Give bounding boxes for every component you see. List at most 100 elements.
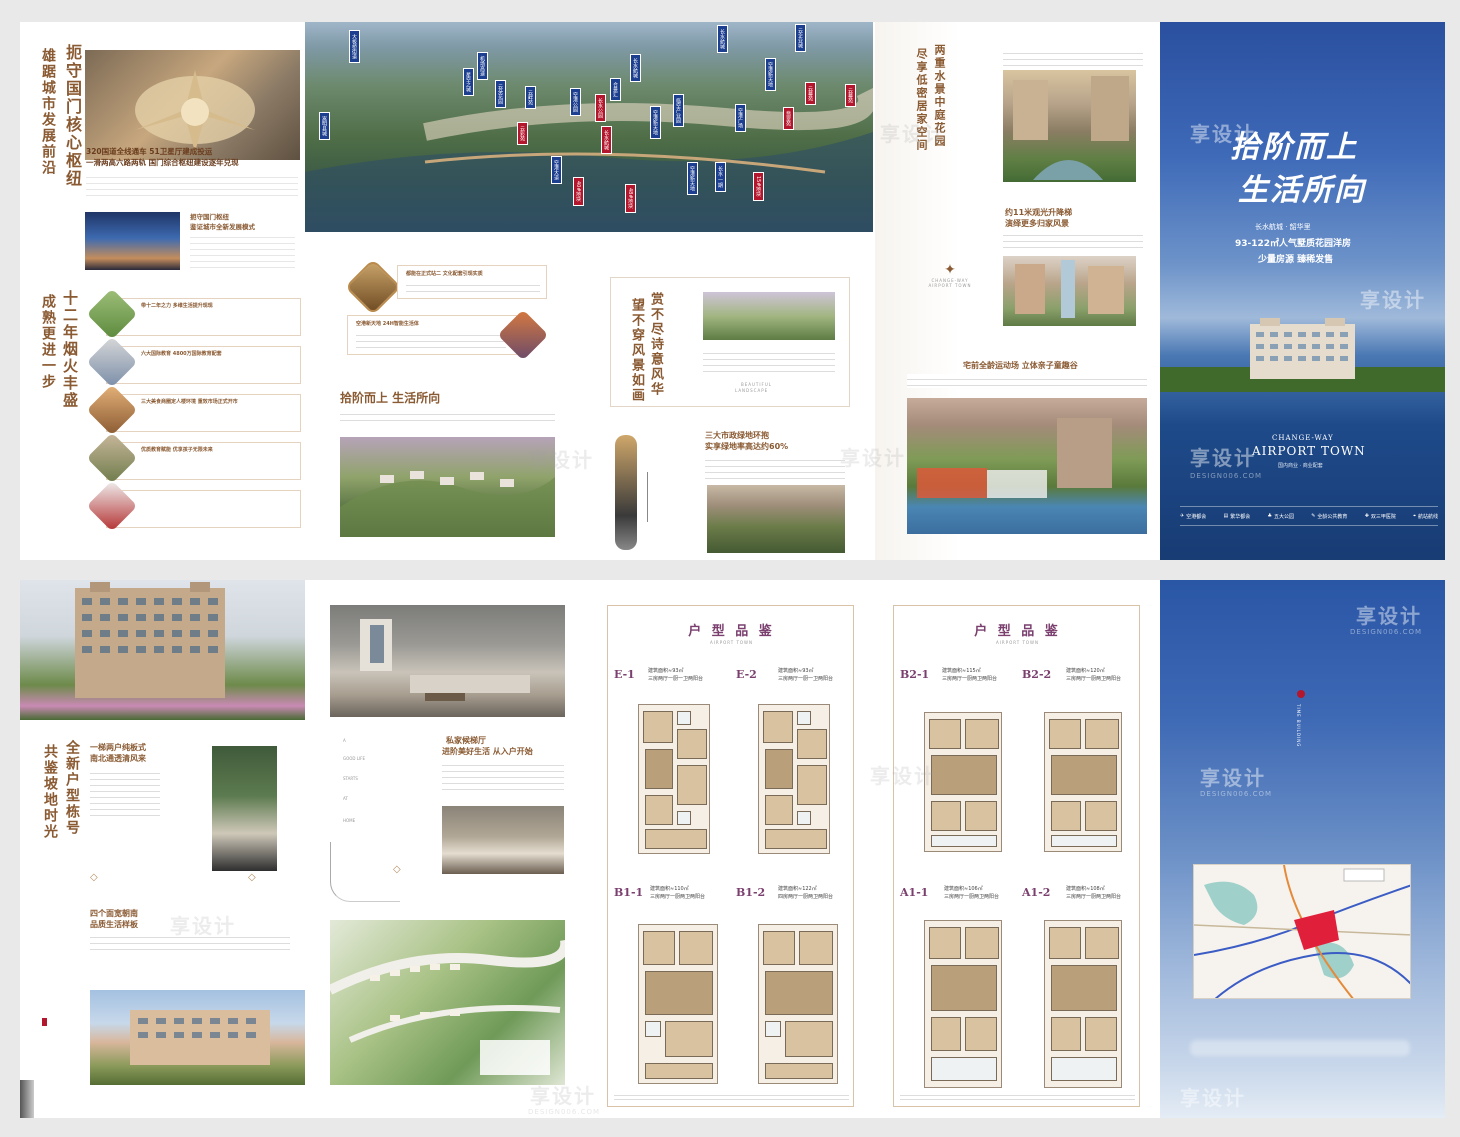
- sample-title-1: 四个面宽朝南: [90, 909, 138, 918]
- park-icon: ♣ 五大公园: [1267, 513, 1294, 520]
- fp2-unit4-code: A1-2: [1022, 886, 1051, 899]
- back-logo-dot: [1297, 690, 1305, 698]
- good-life-en-1: A: [343, 738, 346, 743]
- aerial-tag-2: 嵩明县城: [319, 112, 330, 140]
- good-life-en-4: AT: [343, 796, 348, 801]
- slab-body: [90, 768, 160, 818]
- ink-tower-decoration: [615, 435, 637, 550]
- watermark-back-1: 享设计: [1356, 604, 1422, 628]
- top-panel-1: 扼守国门核心枢纽 雄踞城市发展前沿 320国道全线通车 51卫星厅建成投运 一滑…: [20, 22, 303, 560]
- cover-panel: 拾阶而上 生活所向 长水航城 · 韶华里 93-122㎡人气墅质花园洋房 少量房…: [1160, 22, 1445, 560]
- fp2-footnote: [900, 1092, 1135, 1100]
- cover-en-1: CHANGE-WAY: [1272, 434, 1334, 442]
- bottom-brochure-sheet: 全新户型栋号 共鉴坡地时光 一梯两户纯板式 南北通透清风来 ◇ ◇ 四个面宽朝南…: [20, 580, 1445, 1118]
- fp2-a12-room-1: [1049, 927, 1081, 959]
- bottom-v2: 共鉴坡地时光: [42, 744, 58, 840]
- sports-court-photo: [907, 398, 1147, 534]
- ornament-icon-2: ◇: [248, 872, 256, 883]
- lobby-title-2: 进阶美好生活 从入户开始: [442, 747, 533, 756]
- fp2-b21-room-1: [929, 719, 961, 749]
- fp1-unit3-spec1: 建筑面积≈110㎡: [650, 886, 689, 892]
- bottom-panel-1: 全新户型栋号 共鉴坡地时光 一梯两户纯板式 南北通透清风来 ◇ ◇ 四个面宽朝南…: [20, 580, 305, 1118]
- ink-brush-decoration: [330, 842, 400, 902]
- watermark-back-en-2: DESIGN006.COM: [1200, 790, 1273, 798]
- lobby-entrance-photo: [212, 746, 277, 871]
- aerial-tag-4: 星空之城: [463, 68, 474, 96]
- fp1-unit2-spec2: 三房两厅一厨一卫两阳台: [778, 676, 834, 682]
- crane-logo: ✦ CHANGE-WAY AIRPORT TOWN: [915, 262, 985, 288]
- fp1-unit1-spec1: 建筑面积≈93㎡: [648, 668, 684, 674]
- fp2-a11-room-2: [965, 927, 999, 959]
- aerial-tag-9: 空港公园: [570, 88, 581, 116]
- fp1-e2-room-4: [765, 749, 793, 789]
- cover-icon-label-1: 空港都会: [1186, 513, 1207, 520]
- watermark-top-3: 享设计: [840, 446, 906, 470]
- fp2-a12-room-4: [1051, 1017, 1081, 1051]
- elevator-photo: [1003, 256, 1136, 326]
- landscape-v2: 望不穿风景如画: [629, 298, 644, 403]
- fp2-unit3-spec2: 三房两厅一厨两卫两阳台: [944, 894, 1000, 900]
- courtyard-photo: [1003, 70, 1136, 182]
- tower-facade-photo: [20, 580, 305, 720]
- fp2-unit4-spec1: 建筑面积≈108㎡: [1066, 886, 1105, 892]
- fp1-b12-room-5: [785, 1021, 833, 1057]
- aerial-tag-13: 空港新天地: [765, 58, 776, 91]
- fp2-a11-room-5: [965, 1017, 997, 1051]
- location-map: [1193, 864, 1411, 999]
- city-night-photo: [85, 212, 180, 270]
- aerial-tag-red-4: 翡翠苑: [783, 107, 794, 130]
- cover-title-2: 生活所向: [1238, 173, 1366, 208]
- lobby-body: [442, 760, 564, 790]
- aerial-tag-3: 机场高速: [477, 52, 488, 80]
- fp2-b21-room-3: [931, 755, 997, 795]
- fp1-e1-room-6: [645, 795, 673, 825]
- city-icon: ▤ 繁华都会: [1223, 513, 1251, 520]
- aerial-tag-red-5: 云幕苑: [805, 82, 816, 105]
- feature-text-2: 六大国际教育 4800万国际教育配套: [141, 351, 222, 357]
- fp2-unit2-spec2: 三房两厅一厨两卫两阳台: [1066, 676, 1122, 682]
- crane-icon: ✦: [944, 262, 956, 278]
- mid-body: [340, 409, 555, 425]
- fp2-title: 户 型 品 鉴: [974, 624, 1061, 639]
- fp1-e2-room-8: [765, 829, 827, 849]
- fp2-unit2-spec1: 建筑面积≈120㎡: [1066, 668, 1105, 674]
- cover-area: 93-122㎡人气墅质花园洋房: [1235, 239, 1352, 249]
- feature-list: 带十二年之力 多维生活提升现现 六大国际教育 4800万国际教育配套 三大美食商…: [86, 288, 301, 545]
- fp1-plan-e2: [758, 704, 830, 854]
- watermark-bottom-3: 享设计: [170, 914, 236, 938]
- fp2-unit2-code: B2-2: [1022, 668, 1052, 681]
- feature-card-5: [106, 490, 301, 528]
- fp2-subtitle: AIRPORT TOWN: [996, 640, 1039, 645]
- watermark-back-3: 享设计: [1180, 1086, 1246, 1110]
- fp2-b22-room-5: [1085, 801, 1117, 831]
- watermark-cover-2: 享设计: [1360, 288, 1426, 312]
- fp1-b12-room-2: [799, 931, 833, 965]
- fp1-footnote: [614, 1092, 849, 1100]
- site-masterplan-photo: [330, 920, 565, 1085]
- good-life-en-3: STARTS: [343, 776, 358, 781]
- fp2-a12-room-6: [1051, 1057, 1117, 1081]
- vertical-title-4: 成熟更进一步: [40, 294, 56, 390]
- watermark-cover-1: 享设计: [1190, 122, 1256, 146]
- fp2-unit4-spec2: 三房两厅一厨两卫两阳台: [1066, 894, 1122, 900]
- newworld-body: [356, 330, 506, 348]
- fp2-b21-room-4: [931, 801, 961, 831]
- bottom-panel-2: A GOOD LIFE STARTS AT HOME 私家候梯厅 进阶美好生活 …: [308, 580, 568, 1118]
- fp1-e2-room-2: [797, 711, 811, 725]
- vertical-title-2: 雄踞城市发展前沿: [40, 48, 56, 176]
- good-life-en-2: GOOD LIFE: [343, 756, 365, 761]
- sports-title: 宅前全龄运动场 立体亲子童趣谷: [963, 361, 1078, 370]
- fp2-plan-b22: [1044, 712, 1122, 852]
- aerial-tag-red-2: 云彩苑: [517, 122, 528, 145]
- aerial-tag-8: 合景汇: [610, 78, 621, 101]
- landscape-body: [703, 348, 835, 374]
- aerial-tag-18: 40#地块: [573, 177, 584, 206]
- fp2-b21-room-5: [965, 801, 997, 831]
- watermark-bottom-2: 享设计: [870, 764, 936, 788]
- fp1-b12-room-3: [765, 971, 833, 1015]
- sub-title-2: 鉴证城市全新发展模式: [190, 223, 255, 231]
- fp2-unit3-code: A1-1: [900, 886, 929, 899]
- culture-title: 都能在正式站二 文化配套引现实质: [406, 271, 483, 277]
- aerial-tag-5: 云朵花园: [495, 80, 506, 108]
- fp1-e2-room-5: [797, 765, 827, 805]
